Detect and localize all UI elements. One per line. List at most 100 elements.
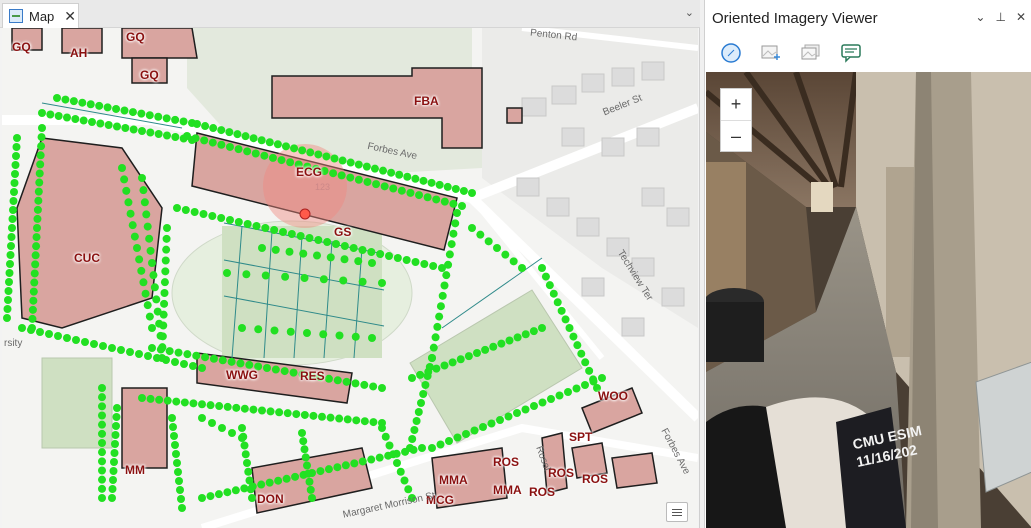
survey-point[interactable] [358,277,367,286]
survey-point[interactable] [206,492,215,501]
survey-point[interactable] [464,352,473,361]
survey-point[interactable] [130,232,139,241]
survey-point[interactable] [86,100,95,109]
survey-point[interactable] [30,269,39,278]
survey-point[interactable] [553,298,562,307]
zoom-in-button[interactable]: + [721,89,751,120]
survey-point[interactable] [10,188,18,196]
survey-point[interactable] [451,219,460,228]
survey-point[interactable] [408,435,417,443]
survey-point[interactable] [218,356,227,365]
oriented-image-view[interactable]: CMU ESIM 11/16/202 + – [706,72,1031,528]
survey-point[interactable] [393,254,402,262]
survey-point[interactable] [117,346,125,354]
survey-point[interactable] [369,418,378,427]
survey-point[interactable] [104,121,113,129]
survey-point[interactable] [487,419,496,428]
map-tab[interactable]: Map ✕ [2,3,79,28]
survey-point[interactable] [333,376,342,385]
survey-point[interactable] [337,171,346,180]
survey-point[interactable] [406,188,415,197]
survey-point[interactable] [200,136,209,145]
survey-point[interactable] [95,101,104,110]
survey-point[interactable] [358,246,367,254]
survey-point[interactable] [32,242,41,251]
survey-point[interactable] [421,381,430,389]
survey-point[interactable] [458,202,466,210]
survey-point[interactable] [198,400,206,409]
survey-point[interactable] [126,209,135,218]
survey-point[interactable] [174,348,183,357]
survey-point[interactable] [378,424,386,432]
survey-point[interactable] [270,226,279,234]
survey-point[interactable] [417,399,425,407]
survey-point[interactable] [241,132,250,141]
survey-point[interactable] [158,332,167,341]
survey-point[interactable] [423,193,432,202]
survey-point[interactable] [120,106,129,115]
survey-point[interactable] [63,334,71,342]
survey-point[interactable] [135,350,143,358]
survey-point[interactable] [436,440,445,449]
survey-point[interactable] [541,272,550,281]
survey-point[interactable] [270,326,279,335]
survey-point[interactable] [577,349,586,358]
survey-point[interactable] [120,175,129,184]
survey-point[interactable] [103,103,112,112]
survey-point[interactable] [513,333,522,342]
survey-point[interactable] [135,255,144,264]
survey-point[interactable] [6,260,14,268]
survey-point[interactable] [29,287,38,296]
survey-point[interactable] [90,340,98,348]
survey-point[interactable] [261,271,270,280]
survey-point[interactable] [7,233,16,241]
survey-point[interactable] [449,229,458,238]
survey-point[interactable] [332,240,340,248]
survey-point[interactable] [358,457,367,466]
survey-point[interactable] [198,494,206,502]
survey-point[interactable] [369,382,378,391]
survey-point[interactable] [98,439,106,447]
survey-point[interactable] [335,414,344,423]
survey-point[interactable] [370,164,379,173]
survey-point[interactable] [340,255,349,264]
survey-point[interactable] [10,179,19,187]
survey-point[interactable] [11,170,19,178]
survey-point[interactable] [238,424,246,432]
survey-point[interactable] [9,197,18,205]
map-canvas[interactable]: GQ AH GQ GQ FBA ECG GS CUC WWG RES MM DO… [2,28,698,528]
survey-point[interactable] [431,333,440,342]
selected-point[interactable] [299,208,311,220]
survey-point[interactable] [3,314,11,322]
survey-point[interactable] [217,126,226,135]
survey-point[interactable] [300,410,309,419]
survey-point[interactable] [81,338,89,346]
survey-point[interactable] [98,429,106,438]
survey-point[interactable] [208,419,216,427]
survey-point[interactable] [265,478,274,487]
survey-point[interactable] [179,117,188,126]
survey-point[interactable] [265,138,274,147]
survey-point[interactable] [440,197,449,206]
survey-point[interactable] [148,344,156,352]
survey-point[interactable] [468,189,476,197]
survey-point[interactable] [156,345,165,354]
survey-point[interactable] [28,305,37,314]
survey-point[interactable] [112,413,121,421]
survey-point[interactable] [408,374,416,382]
survey-point[interactable] [171,441,179,449]
survey-point[interactable] [538,398,547,407]
survey-point[interactable] [98,384,106,392]
survey-point[interactable] [109,467,118,475]
survey-point[interactable] [521,405,530,414]
survey-point[interactable] [449,199,458,208]
survey-point[interactable] [530,402,538,410]
survey-point[interactable] [468,224,476,232]
survey-point[interactable] [445,437,453,445]
close-icon[interactable]: ✕ [1016,10,1026,24]
survey-point[interactable] [298,146,307,155]
survey-point[interactable] [183,132,191,140]
survey-point[interactable] [292,410,301,419]
survey-point[interactable] [98,484,106,493]
survey-point[interactable] [8,224,16,232]
